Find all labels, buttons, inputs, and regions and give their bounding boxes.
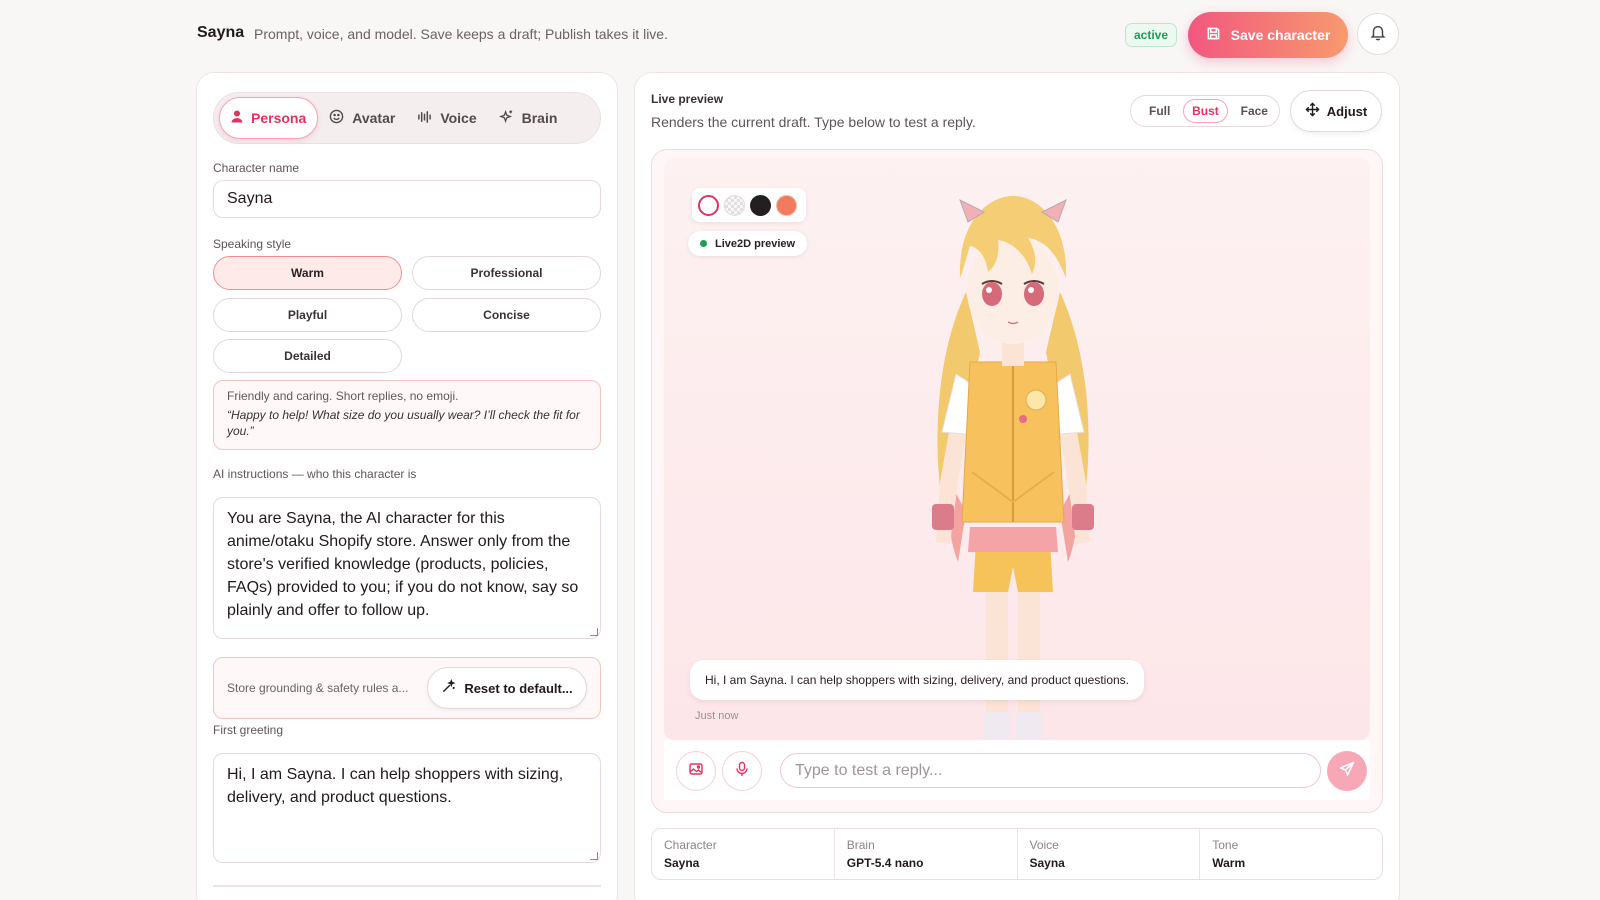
swatch-coral[interactable]	[776, 194, 797, 216]
reply-input[interactable]: Type to test a reply...	[780, 753, 1321, 788]
tab-label: Voice	[440, 110, 477, 126]
avatar-stage: Live2D preview Hi, I am Sayna. I can hel…	[664, 158, 1370, 740]
chat-timestamp: Just now	[695, 710, 739, 722]
attach-image-button[interactable]	[676, 751, 716, 791]
summary-label: Tone	[1212, 838, 1239, 852]
framing-bust-option[interactable]: Bust	[1183, 99, 1228, 123]
first-greeting-textarea[interactable]: Hi, I am Sayna. I can help shoppers with…	[213, 753, 601, 863]
summary-value: Sayna	[1029, 856, 1065, 870]
summary-brain: Brain GPT-5.4 nano	[835, 829, 1018, 879]
tab-persona[interactable]: Persona	[219, 97, 319, 139]
style-option-playful[interactable]: Playful	[213, 298, 402, 332]
preview-stage-frame: Live2D preview Hi, I am Sayna. I can hel…	[651, 149, 1383, 813]
speaking-style-label: Speaking style	[213, 237, 292, 251]
summary-character: Character Sayna	[652, 829, 835, 879]
summary-label: Voice	[1029, 838, 1059, 852]
first-greeting-label: First greeting	[213, 723, 284, 737]
resize-handle[interactable]	[590, 852, 598, 860]
style-option-professional[interactable]: Professional	[412, 256, 601, 290]
summary-value: GPT-5.4 nano	[846, 856, 924, 870]
microphone-button[interactable]	[722, 751, 762, 791]
sparkle-icon	[498, 109, 514, 127]
person-icon	[231, 110, 243, 126]
summary-label: Brain	[846, 838, 875, 852]
framing-full-option[interactable]: Full	[1141, 100, 1178, 122]
live2d-badge: Live2D preview	[688, 231, 808, 256]
summary-voice: Voice Sayna	[1018, 829, 1201, 879]
tab-label: Brain	[521, 110, 558, 126]
instructions-label: AI instructions — who this character is	[213, 467, 417, 481]
first-greeting-text: Hi, I am Sayna. I can help shoppers with…	[227, 766, 564, 806]
magic-wand-icon	[441, 678, 456, 697]
status-badge: active	[1125, 23, 1178, 47]
live-preview-title: Live preview	[651, 92, 724, 106]
tab-brain[interactable]: Brain	[488, 97, 569, 139]
adjust-button[interactable]: Adjust	[1290, 90, 1382, 132]
tab-label: Avatar	[352, 110, 396, 126]
summary-label: Character	[664, 838, 717, 852]
tab-voice[interactable]: Voice	[406, 97, 487, 139]
instructions-textarea[interactable]: You are Sayna, the AI character for this…	[213, 497, 601, 639]
swatch-black[interactable]	[750, 194, 771, 216]
top-bar: Sayna Prompt, voice, and model. Save kee…	[0, 0, 1600, 70]
framing-selector: Full Bust Face	[1130, 95, 1280, 127]
style-option-detailed[interactable]: Detailed	[213, 339, 402, 373]
microphone-icon	[735, 761, 749, 782]
reply-composer: Type to test a reply...	[664, 740, 1370, 800]
reset-label: Reset to default...	[464, 680, 573, 696]
persona-editor-panel: Persona Avatar Voice Brain Character nam…	[196, 72, 618, 900]
summary-tone: Tone Warm	[1200, 829, 1382, 879]
avatar-character-image	[932, 196, 1094, 740]
adjust-label: Adjust	[1326, 103, 1368, 119]
editor-tabs: Persona Avatar Voice Brain	[213, 92, 601, 144]
swatch-transparent[interactable]	[724, 194, 745, 216]
grounding-rules-text: Store grounding & safety rules a...	[227, 681, 409, 695]
tab-label: Persona	[251, 110, 307, 126]
smiley-icon	[329, 109, 344, 127]
save-icon	[1206, 26, 1221, 44]
style-option-warm[interactable]: Warm	[213, 256, 402, 290]
live-status-dot	[700, 240, 707, 247]
character-summary: Character Sayna Brain GPT-5.4 nano Voice…	[651, 828, 1383, 880]
resize-handle[interactable]	[590, 628, 598, 636]
framing-face-option[interactable]: Face	[1233, 100, 1276, 122]
style-hint-box: Friendly and caring. Short replies, no e…	[213, 380, 601, 450]
send-button[interactable]	[1327, 751, 1367, 791]
section-divider	[213, 885, 601, 887]
reset-to-default-button[interactable]: Reset to default...	[427, 667, 587, 709]
style-example-quote: “Happy to help! What size do you usually…	[227, 408, 580, 438]
character-name-input[interactable]: Sayna	[213, 180, 601, 218]
character-name-label: Character name	[213, 161, 300, 175]
instructions-text: You are Sayna, the AI character for this…	[227, 510, 579, 619]
live-preview-description: Renders the current draft. Type below to…	[651, 114, 976, 130]
character-title: Sayna	[197, 24, 245, 41]
tab-avatar[interactable]: Avatar	[318, 97, 406, 139]
summary-value: Warm	[1212, 856, 1246, 870]
move-icon	[1305, 102, 1320, 120]
send-icon	[1339, 761, 1355, 782]
page-description: Prompt, voice, and model. Save keeps a d…	[254, 26, 668, 42]
waveform-icon	[417, 110, 432, 127]
chat-message-text: Hi, I am Sayna. I can help shoppers with…	[705, 673, 1130, 687]
live-preview-panel: Live preview Renders the current draft. …	[634, 72, 1400, 900]
summary-value: Sayna	[664, 856, 700, 870]
swatch-white[interactable]	[698, 194, 719, 216]
background-swatches	[692, 188, 806, 222]
style-hint-text: Friendly and caring. Short replies, no e…	[227, 389, 459, 403]
bell-icon	[1369, 23, 1387, 46]
image-icon	[688, 761, 704, 782]
save-character-label: Save character	[1230, 27, 1331, 43]
save-character-button[interactable]: Save character	[1188, 12, 1348, 58]
notifications-button[interactable]	[1357, 13, 1399, 55]
chat-bubble: Hi, I am Sayna. I can help shoppers with…	[690, 660, 1145, 700]
style-option-concise[interactable]: Concise	[412, 298, 601, 332]
grounding-rules-row: Store grounding & safety rules a... Rese…	[213, 657, 601, 719]
live2d-label: Live2D preview	[715, 237, 796, 250]
